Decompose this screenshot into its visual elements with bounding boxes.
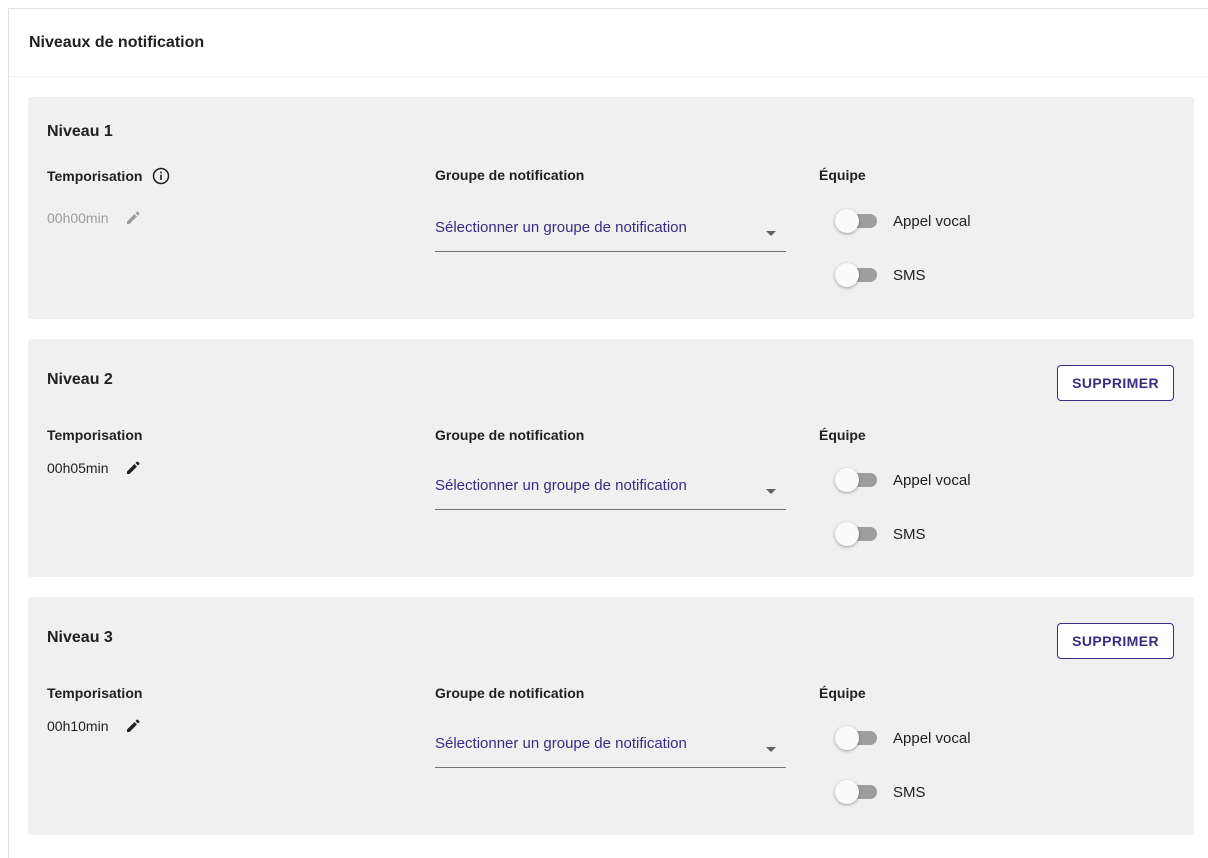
team-label: Équipe [819, 685, 866, 701]
delay-text: 00h05min [47, 460, 109, 476]
switch-thumb [835, 468, 859, 492]
select-placeholder: Sélectionner un groupe de notification [435, 219, 687, 236]
switch-thumb [835, 726, 859, 750]
voice-call-label: Appel vocal [893, 212, 971, 230]
info-icon[interactable] [152, 167, 170, 185]
voice-call-label: Appel vocal [893, 729, 971, 747]
switch-thumb [835, 209, 859, 233]
sms-switch[interactable] [835, 780, 879, 804]
sms-switch[interactable] [835, 522, 879, 546]
level-card-2: Niveau 2 SUPPRIMER Temporisation 00h05mi… [28, 339, 1194, 577]
panel-title: Niveaux de notification [29, 33, 205, 51]
select-placeholder: Sélectionner un groupe de notification [435, 477, 687, 494]
sms-toggle-row: SMS [835, 522, 926, 546]
sms-label: SMS [893, 783, 926, 801]
group-label: Groupe de notification [435, 685, 585, 701]
voice-call-toggle-row: Appel vocal [835, 209, 971, 233]
temporisation-label: Temporisation [47, 685, 142, 701]
notification-group-select[interactable]: Sélectionner un groupe de notification [435, 207, 786, 252]
panel-header: Niveaux de notification [9, 9, 1208, 77]
sms-label: SMS [893, 525, 926, 543]
temporisation-label: Temporisation [47, 167, 170, 185]
delay-value: 00h10min [47, 718, 141, 734]
switch-thumb [835, 522, 859, 546]
delay-text: 00h00min [47, 210, 109, 226]
notification-levels-panel: Niveaux de notification Niveau 1 Tempori… [8, 8, 1208, 858]
delete-level-button[interactable]: SUPPRIMER [1057, 623, 1174, 659]
temporisation-label-text: Temporisation [47, 685, 143, 701]
temporisation-label-text: Temporisation [47, 427, 143, 443]
team-label: Équipe [819, 427, 866, 443]
select-placeholder: Sélectionner un groupe de notification [435, 735, 687, 752]
level-card-3: Niveau 3 SUPPRIMER Temporisation 00h10mi… [28, 597, 1194, 835]
voice-call-toggle-row: Appel vocal [835, 468, 971, 492]
level-title: Niveau 2 [47, 371, 113, 388]
level-title: Niveau 1 [47, 123, 113, 140]
group-label: Groupe de notification [435, 427, 585, 443]
temporisation-label-text: Temporisation [47, 168, 143, 184]
voice-call-switch[interactable] [835, 468, 879, 492]
delete-level-button[interactable]: SUPPRIMER [1057, 365, 1174, 401]
level-card-1: Niveau 1 Temporisation 00h00min Groupe d… [28, 97, 1194, 319]
sms-toggle-row: SMS [835, 263, 926, 287]
pencil-icon[interactable] [125, 460, 141, 476]
caret-down-icon [766, 231, 776, 236]
level-title: Niveau 3 [47, 629, 113, 646]
voice-call-switch[interactable] [835, 209, 879, 233]
sms-toggle-row: SMS [835, 780, 926, 804]
voice-call-label: Appel vocal [893, 471, 971, 489]
temporisation-label: Temporisation [47, 427, 142, 443]
switch-thumb [835, 263, 859, 287]
sms-switch[interactable] [835, 263, 879, 287]
group-label: Groupe de notification [435, 167, 585, 183]
delay-value: 00h05min [47, 460, 141, 476]
voice-call-switch[interactable] [835, 726, 879, 750]
notification-group-select[interactable]: Sélectionner un groupe de notification [435, 465, 786, 510]
switch-thumb [835, 780, 859, 804]
caret-down-icon [766, 747, 776, 752]
pencil-icon[interactable] [125, 718, 141, 734]
delay-value: 00h00min [47, 210, 141, 226]
caret-down-icon [766, 489, 776, 494]
pencil-icon [125, 210, 141, 226]
notification-group-select[interactable]: Sélectionner un groupe de notification [435, 723, 786, 768]
team-label: Équipe [819, 167, 866, 183]
delay-text: 00h10min [47, 718, 109, 734]
sms-label: SMS [893, 266, 926, 284]
levels-list: Niveau 1 Temporisation 00h00min Groupe d… [28, 97, 1194, 855]
voice-call-toggle-row: Appel vocal [835, 726, 971, 750]
